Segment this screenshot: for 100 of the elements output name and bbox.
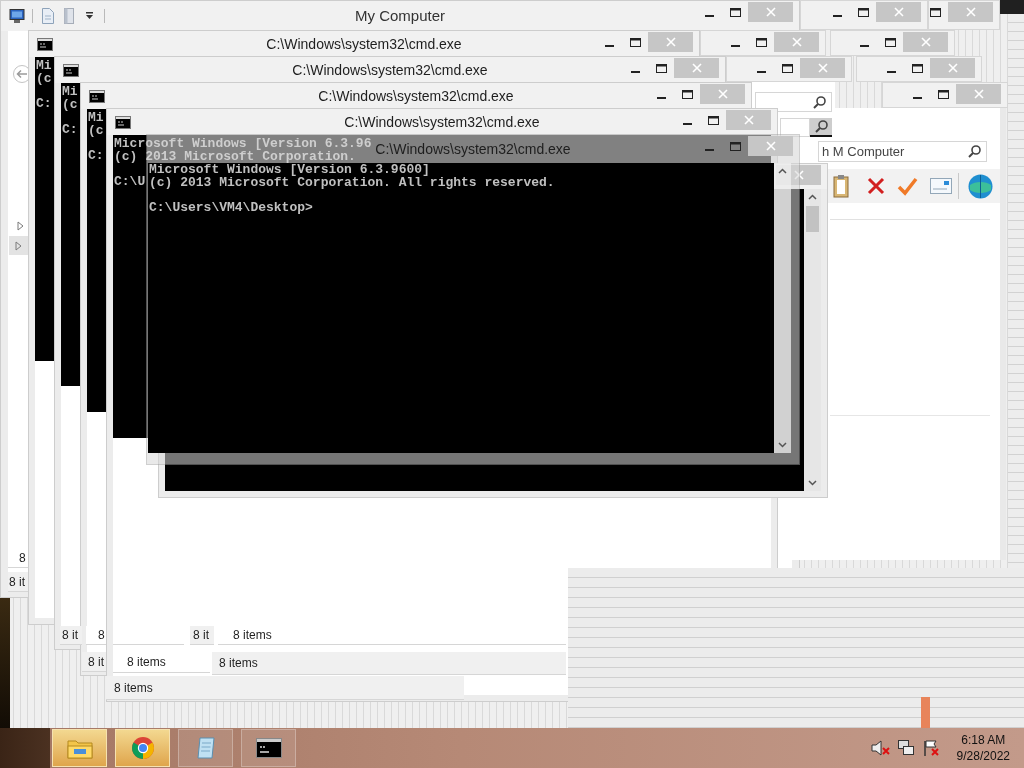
maximize-icon: [729, 141, 741, 151]
expand-icon: [17, 221, 24, 231]
close-icon: [791, 37, 802, 47]
minimize-icon: [886, 71, 896, 73]
close-icon: [973, 89, 984, 99]
maximize-icon: [857, 7, 869, 17]
item-count: 8 it: [88, 653, 104, 671]
speaker-icon[interactable]: [869, 739, 890, 757]
search-button[interactable]: [810, 118, 832, 137]
scroll-down-icon: [778, 442, 787, 448]
scroll-down-icon: [808, 480, 817, 486]
item-count: 8: [19, 549, 26, 567]
item-count: 8: [98, 627, 105, 644]
item-count: 8 items: [233, 627, 272, 644]
minimize-icon: [756, 71, 766, 73]
close-icon: [920, 37, 931, 47]
scroll-thumb[interactable]: [806, 206, 819, 232]
window-title: C:\Windows\system32\cmd.exe: [266, 36, 462, 52]
console-line: Mi: [62, 86, 78, 99]
close-icon: [893, 7, 904, 17]
console-line: C:: [36, 97, 52, 110]
console-icon: [255, 738, 282, 758]
window-title: My Computer: [355, 7, 445, 24]
minimize-icon: [704, 15, 714, 17]
cross-icon: [866, 176, 886, 196]
console-line: Microsoft Windows [Version 6.3.9600]: [149, 164, 430, 177]
document-icon: [41, 7, 55, 25]
close-icon: [817, 63, 828, 73]
network-icon[interactable]: [896, 739, 915, 757]
minimize-icon: [832, 15, 842, 17]
search-icon: [813, 95, 826, 109]
minimize-icon: [912, 97, 922, 99]
maximize-icon: [681, 89, 693, 99]
maximize-icon: [911, 63, 923, 73]
folder-icon: [66, 737, 93, 759]
item-count: 8 it: [62, 627, 78, 644]
card-icon: [930, 178, 952, 194]
console-icon: [115, 115, 131, 129]
flag-icon[interactable]: [921, 739, 940, 757]
minimize-icon: [630, 71, 640, 73]
item-count: 8 it: [193, 627, 209, 644]
maximize-icon: [937, 89, 949, 99]
console-line: (c: [62, 98, 78, 111]
window-title: C:\Windows\system32\cmd.exe: [344, 114, 540, 130]
close-icon: [947, 63, 958, 73]
clock-time: 6:18 AM: [961, 732, 1006, 748]
console-icon: [89, 89, 105, 103]
console-line: (c: [88, 124, 104, 137]
minimize-icon: [704, 149, 714, 151]
item-count: 8 items: [114, 679, 153, 697]
search-icon: [968, 145, 981, 158]
caret-icon: [85, 12, 94, 20]
minimize-icon: [604, 45, 614, 47]
maximize-icon: [655, 63, 667, 73]
computer-icon: [9, 7, 25, 25]
close-icon: [691, 63, 702, 73]
scrollbar[interactable]: [774, 163, 791, 453]
book-icon: [63, 7, 75, 25]
close-icon: [765, 141, 776, 151]
window-title: C:\Windows\system32\cmd.exe: [375, 141, 571, 157]
check-icon: [897, 176, 918, 196]
console-line: C:\U: [114, 175, 146, 188]
scrollbar[interactable]: [804, 189, 821, 491]
wallpaper-drawing: [1000, 0, 1024, 14]
console-line: C:: [88, 149, 104, 162]
clipboard-icon: [833, 174, 849, 198]
minimize-icon: [682, 123, 692, 125]
close-icon: [793, 170, 804, 180]
search-field[interactable]: h M Computer: [818, 141, 987, 162]
close-icon: [717, 89, 728, 99]
maximize-icon: [629, 37, 641, 47]
window-title: C:\Windows\system32\cmd.exe: [292, 62, 488, 78]
maximize-icon: [755, 37, 767, 47]
search-field[interactable]: [755, 92, 832, 112]
maximize-icon: [781, 63, 793, 73]
maximize-icon: [707, 115, 719, 125]
minimize-icon: [859, 45, 869, 47]
maximize-icon: [929, 7, 941, 17]
browser-icon: [130, 736, 155, 760]
console-line: (c: [36, 72, 52, 85]
window-title: C:\Windows\system32\cmd.exe: [318, 88, 514, 104]
clock-date: 9/28/2022: [956, 748, 1010, 764]
console-icon: [63, 63, 79, 77]
back-arrow-icon: [16, 68, 28, 80]
expand-icon: [15, 240, 22, 251]
close-icon: [665, 37, 676, 47]
close-icon: [965, 7, 976, 17]
minimize-icon: [656, 97, 666, 99]
console-line: Mi: [36, 60, 52, 73]
console-line: (c) 2013 Microsoft Corporation.: [114, 150, 356, 163]
minimize-icon: [730, 45, 740, 47]
globe-icon: [968, 173, 993, 199]
console-line: C:: [62, 123, 78, 136]
maximize-icon: [884, 37, 896, 47]
item-count: 8 items: [127, 654, 166, 671]
search-icon: [814, 120, 828, 133]
scroll-up-icon: [808, 194, 817, 200]
item-count: 8 items: [219, 655, 258, 672]
console-line: Mi: [88, 112, 104, 125]
console-line: C:\Users\VM4\Desktop>: [149, 201, 313, 214]
